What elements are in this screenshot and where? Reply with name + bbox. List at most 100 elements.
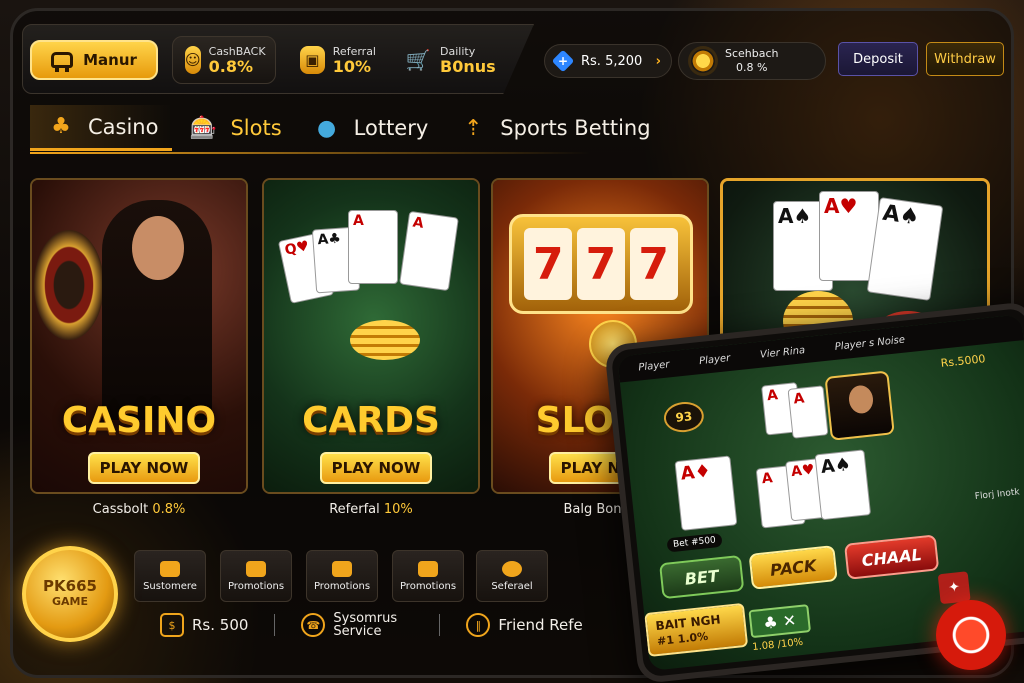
deposit-button[interactable]: Deposit	[838, 42, 918, 76]
card-casino[interactable]: CASINO PLAY NOW	[30, 178, 248, 494]
shortcut-label: Promotions	[399, 580, 457, 592]
daily-value: B0nus	[440, 56, 496, 76]
action-icon[interactable]: ✦	[937, 571, 971, 605]
coin-line1: PK665	[43, 577, 97, 595]
card-title: CARDS	[302, 400, 440, 441]
gift-icon	[418, 560, 438, 577]
tab-casino[interactable]: ♣ Casino	[30, 105, 173, 151]
customer-service-link[interactable]: ☎ Sysomrus Service	[301, 612, 413, 638]
slot-reel: 7	[576, 228, 625, 300]
slot-reel: 7	[629, 228, 678, 300]
scheback-pill[interactable]: Scehbach 0.8 %	[678, 42, 826, 80]
person-icon	[160, 560, 180, 577]
tablet-bet-small: Bet #500	[666, 532, 723, 553]
tab-sports-betting[interactable]: ⇡ Sports Betting	[442, 105, 664, 151]
card-title: CASINO	[61, 400, 217, 441]
menu-button[interactable]: Manur	[30, 40, 158, 80]
shortcut-label: Promotions	[313, 580, 371, 592]
ticket-icon: $	[160, 613, 184, 637]
cart-icon: 🛒	[405, 48, 431, 72]
referral-pill[interactable]: ▣ Referral 10%	[288, 36, 388, 84]
service-label: Sysomrus Service	[333, 611, 398, 639]
tablet-badge: 93	[662, 400, 706, 435]
shortcut-referral[interactable]: Seferael	[476, 550, 548, 602]
divider	[274, 614, 276, 636]
playing-card: A	[348, 210, 398, 284]
tablet-bar-item: Player s Noise	[834, 334, 906, 353]
tab-lottery[interactable]: ● Lottery	[296, 105, 443, 151]
car-icon	[51, 52, 74, 72]
bonus-amount-value: Rs. 500	[192, 616, 249, 634]
support-icon: ☎	[301, 613, 326, 637]
roulette-icon	[34, 230, 104, 340]
menu-label: Manur	[83, 51, 137, 69]
chevron-right-icon: ›	[655, 53, 661, 69]
pause-icon: ‖	[466, 613, 491, 637]
cards-toggle[interactable]: ♣ ✕	[748, 604, 812, 639]
chip-stack	[350, 320, 420, 360]
tablet-bar-item: Vier Rina	[759, 344, 806, 361]
pack-button[interactable]: PACK	[748, 545, 838, 590]
player-avatar	[824, 370, 895, 441]
cashback-pill[interactable]: ☺ CashBACK 0.8%	[172, 36, 276, 84]
daily-bonus-pill[interactable]: 🛒 Daility B0nus	[392, 36, 512, 84]
cards-artwork: Q♥ A♣ A A	[264, 180, 478, 492]
shortcut-promotions-1[interactable]: Promotions	[220, 550, 292, 602]
tablet-bar-item: Player	[698, 352, 731, 367]
sofa-icon	[332, 560, 352, 577]
category-tabs: ♣ Casino 🎰 Slots ● Lottery ⇡ Sports Bett…	[30, 104, 665, 152]
bet-button[interactable]: BET	[659, 554, 745, 600]
slots-icon: 🎰	[189, 115, 218, 141]
tablet-amount: Rs.5000	[940, 352, 987, 370]
plus-diamond-icon: +	[551, 49, 575, 73]
daily-label: Daility	[440, 44, 476, 58]
slot-reel: 7	[524, 228, 573, 300]
withdraw-button[interactable]: Withdraw	[926, 42, 1004, 76]
balance-pill[interactable]: + Rs. 5,200 ›	[544, 44, 672, 78]
playing-card: A♠	[866, 197, 944, 301]
handshake-icon	[246, 560, 266, 577]
caption-value: 0.8%	[152, 502, 186, 517]
tab-underline	[30, 152, 590, 154]
tab-slots[interactable]: 🎰 Slots	[172, 105, 295, 151]
playing-card: A	[787, 385, 829, 439]
briefcase-icon: ▣	[300, 46, 325, 74]
referral-label: Referral	[332, 44, 376, 58]
sports-icon: ⇡	[464, 115, 483, 141]
cashback-label: CashBACK	[208, 44, 266, 58]
casino-icon: ♣	[51, 114, 71, 139]
play-now-button[interactable]: PLAY NOW	[320, 452, 432, 484]
playing-card: A♠	[814, 449, 872, 521]
lottery-icon: ●	[317, 115, 337, 141]
tab-sports-label: Sports Betting	[500, 116, 651, 140]
caption-text: Cassbolt	[92, 502, 149, 517]
cashback-value: 0.8%	[208, 56, 254, 76]
card-cards[interactable]: Q♥ A♣ A A CARDS PLAY NOW	[262, 178, 480, 494]
tablet-right-label: Florj Inotk	[974, 487, 1021, 503]
bottom-links: $ Rs. 500 ☎ Sysomrus Service ‖ Friend Refe	[160, 612, 583, 638]
casino-caption: Cassbolt 0.8%	[30, 502, 248, 517]
headset-icon	[502, 560, 522, 577]
friend-referral-link[interactable]: ‖ Friend Refe	[466, 613, 583, 637]
scheback-value: 0.8 %	[736, 61, 768, 74]
shortcut-promotions-2[interactable]: Promotions	[306, 550, 378, 602]
referral-value: 10%	[332, 56, 372, 76]
shortcut-label: Sustomere	[143, 580, 197, 592]
slot-machine: 7 7 7	[509, 214, 693, 314]
bait-panel[interactable]: BAIT NGH #1 1.0%	[644, 602, 749, 658]
shortcut-label: Promotions	[227, 580, 285, 592]
coin-line2: GAME	[51, 595, 88, 608]
shortcut-promotions-3[interactable]: Promotions	[392, 550, 464, 602]
shortcut-customer[interactable]: Sustomere	[134, 550, 206, 602]
dealer-face	[132, 216, 184, 280]
sun-coin-icon	[691, 49, 715, 73]
scheback-label: Scehbach	[725, 47, 779, 60]
play-now-button[interactable]: PLAY NOW	[88, 452, 200, 484]
friend-label: Friend Refe	[498, 616, 583, 634]
chaal-button[interactable]: CHAAL	[844, 534, 940, 580]
pk665-coin-logo: PK665 GAME	[22, 546, 118, 642]
balance-value: Rs. 5,200	[581, 53, 643, 69]
divider	[439, 614, 441, 636]
bonus-amount[interactable]: $ Rs. 500	[160, 613, 248, 637]
cards-caption: Referfal 10%	[262, 502, 480, 517]
